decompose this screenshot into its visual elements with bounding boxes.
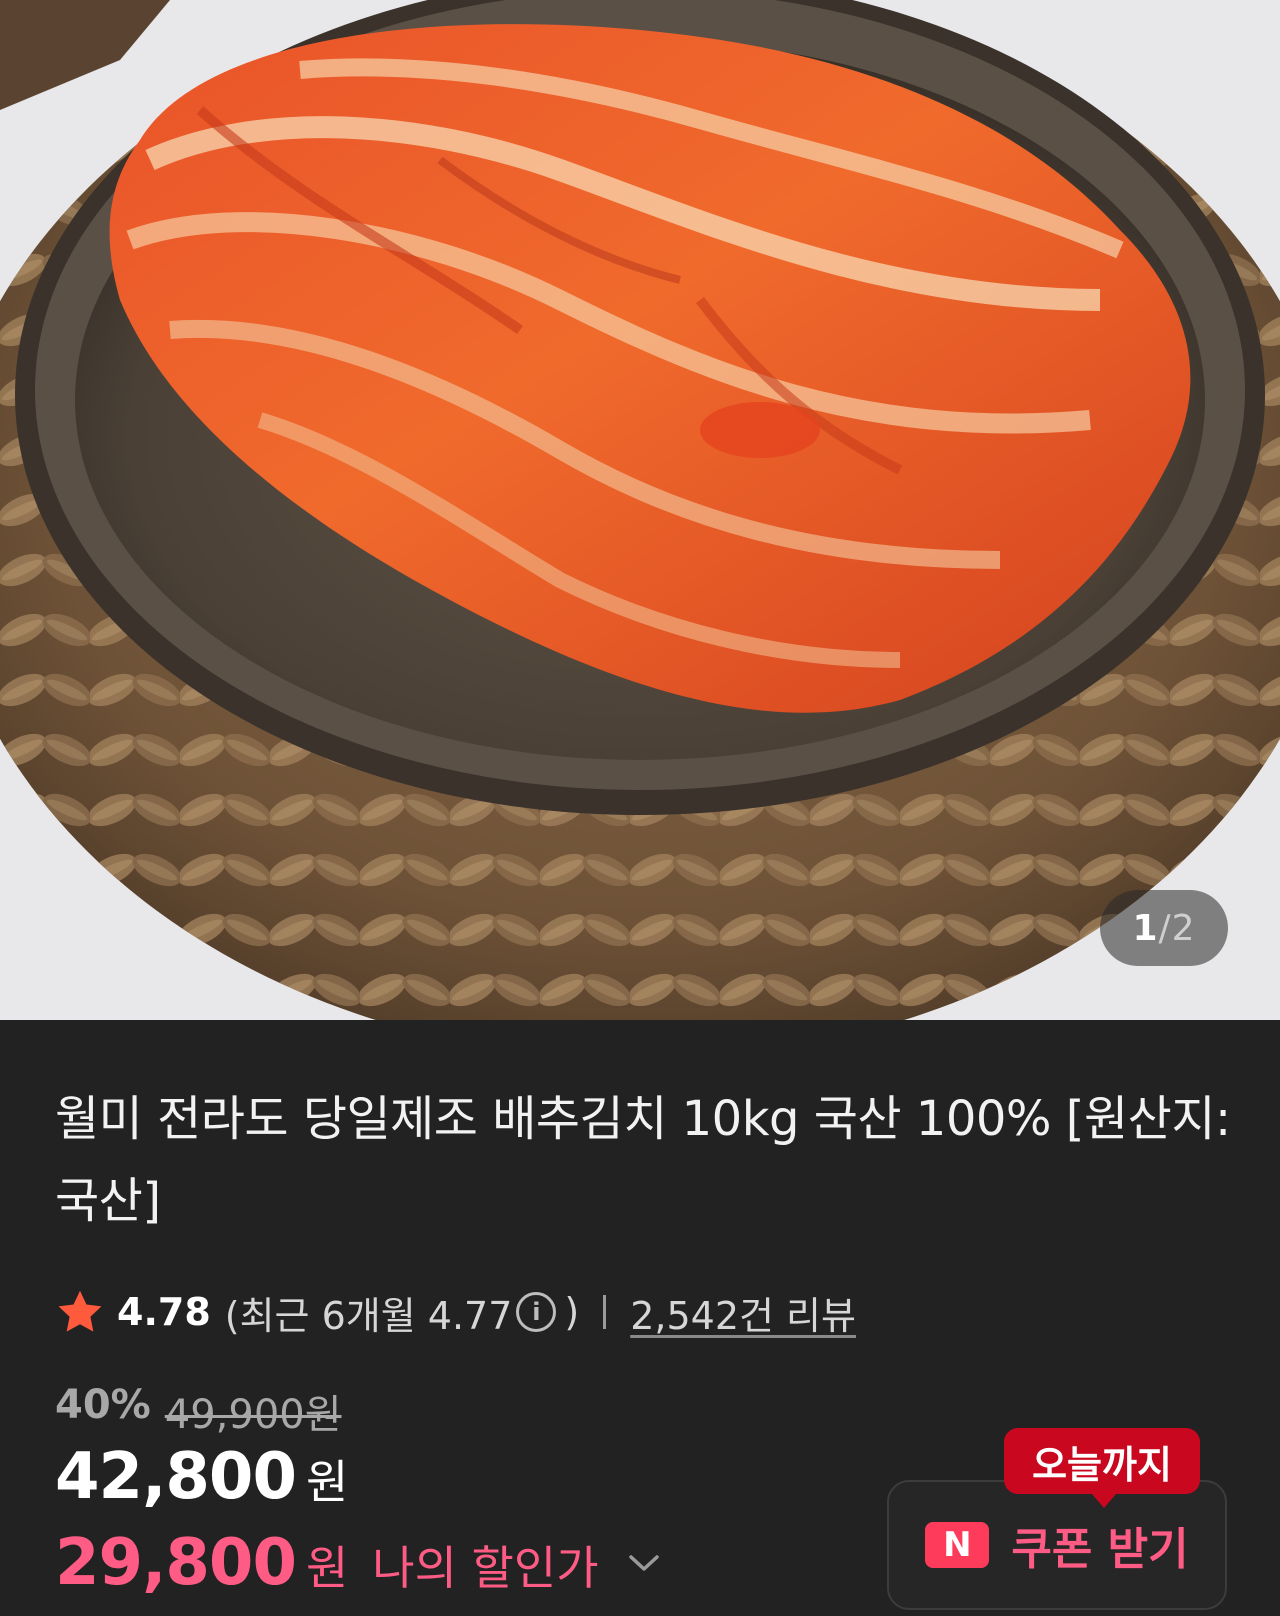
naver-n-icon: N: [925, 1522, 990, 1568]
current-page: 1: [1132, 907, 1159, 949]
image-page-indicator: 1 / 2: [1100, 890, 1228, 966]
discount-row: 40% 49,900원: [55, 1382, 342, 1440]
my-discount-price-unit: 원: [305, 1541, 349, 1595]
recent-rating-text: (최근 6개월 4.77: [224, 1293, 513, 1338]
product-image-gallery[interactable]: 1 / 2: [0, 0, 1280, 1020]
my-discount-price: 29,800: [55, 1526, 297, 1600]
product-info-panel: 월미 전라도 당일제조 배추김치 10kg 국산 100% [원산지:국산] 4…: [0, 1020, 1280, 1616]
my-discount-price-label: 나의 할인가: [372, 1541, 599, 1595]
coupon-button-label: 쿠폰 받기: [1011, 1524, 1189, 1575]
recent-rating: (최근 6개월 4.77 i ): [225, 1285, 579, 1340]
kimchi-photo: [0, 0, 1280, 1020]
coupon-button[interactable]: N 쿠폰 받기: [887, 1480, 1227, 1610]
original-price: 49,900원: [164, 1392, 342, 1438]
star-icon: [58, 1290, 102, 1332]
divider: [603, 1295, 607, 1329]
page-separator: /: [1158, 907, 1172, 949]
chevron-down-icon[interactable]: [627, 1552, 661, 1574]
recent-rating-close: ): [564, 1290, 580, 1334]
sale-price-unit: 원: [305, 1455, 349, 1509]
discount-rate: 40%: [55, 1382, 151, 1428]
sale-price: 42,800: [55, 1440, 297, 1514]
product-title: 월미 전라도 당일제조 배추김치 10kg 국산 100% [원산지:국산]: [55, 1091, 1231, 1229]
rating-row: 4.78 (최근 6개월 4.77 i ) 2,542건 리뷰: [55, 1282, 856, 1342]
price-row: 42,800 원: [55, 1440, 348, 1514]
review-count-link[interactable]: 2,542건 리뷰: [630, 1285, 856, 1340]
info-icon[interactable]: i: [516, 1292, 557, 1332]
my-discount-price-toggle[interactable]: 29,800 원 나의 할인가: [55, 1526, 661, 1600]
today-only-badge: 오늘까지: [1004, 1428, 1200, 1508]
rating-score: 4.78: [117, 1290, 211, 1334]
total-pages: 2: [1171, 907, 1196, 949]
